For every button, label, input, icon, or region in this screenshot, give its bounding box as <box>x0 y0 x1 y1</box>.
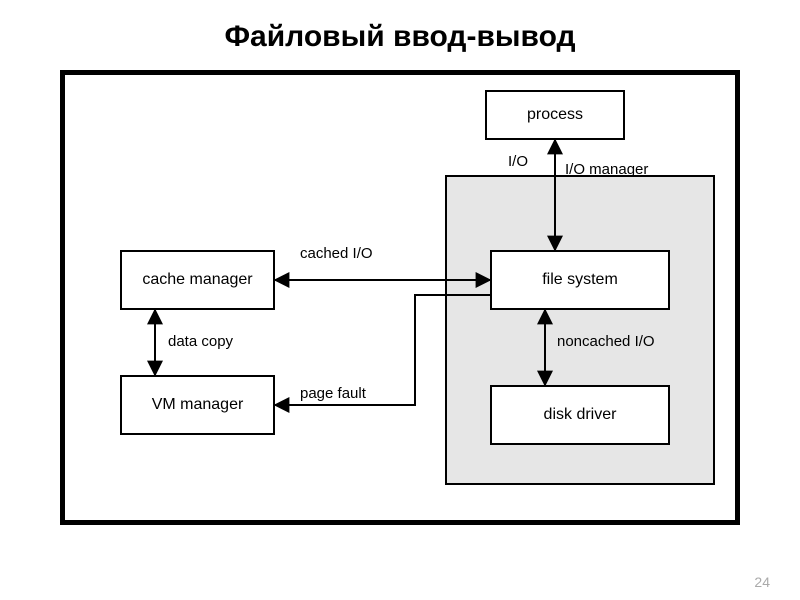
diagram-stage: process cache manager VM manager file sy… <box>65 75 735 520</box>
diagram-frame: process cache manager VM manager file sy… <box>60 70 740 525</box>
arrow-filesystem-vm <box>275 295 490 405</box>
page-number: 24 <box>754 574 770 590</box>
arrows-layer <box>65 75 735 520</box>
page-title: Файловый ввод-вывод <box>0 20 800 54</box>
